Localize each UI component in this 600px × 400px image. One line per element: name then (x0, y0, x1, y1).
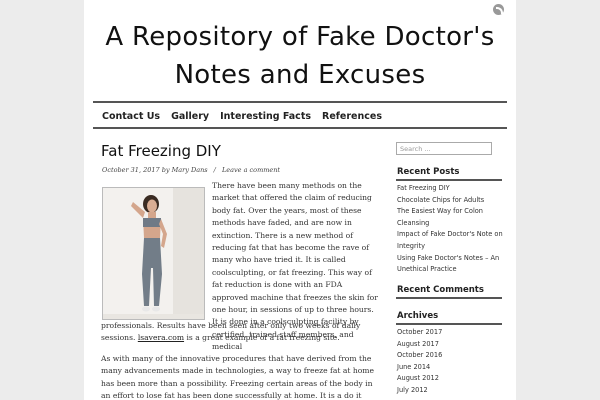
recent-posts-title: Recent Posts (397, 167, 460, 177)
nav-contact-us[interactable]: Contact Us (102, 111, 160, 122)
archive-item[interactable]: October 2017 (397, 327, 503, 339)
site-title-line-1[interactable]: A Repository of Fake Doctor's (92, 22, 508, 52)
fitness-woman-image (103, 188, 204, 319)
archive-item[interactable]: July 2012 (397, 385, 503, 397)
post-date[interactable]: October 31, 2017 (102, 166, 160, 174)
nav-divider (93, 127, 507, 129)
nav-gallery[interactable]: Gallery (171, 111, 209, 122)
post-paragraph-2: As with many of the innovative procedure… (101, 354, 375, 400)
leave-comment-link[interactable]: Leave a comment (222, 166, 280, 174)
recent-post-item[interactable]: The Easiest Way for Colon Cleansing (397, 206, 503, 229)
recent-posts-divider (396, 179, 502, 181)
archives-title: Archives (397, 311, 439, 321)
site-title-line-2[interactable]: Notes and Excuses (92, 60, 508, 90)
recent-post-item[interactable]: Fat Freezing DIY (397, 183, 503, 195)
main-navigation: Contact Us Gallery Interesting Facts Ref… (102, 111, 382, 122)
recent-comments-title: Recent Comments (397, 285, 484, 295)
rss-icon[interactable] (493, 4, 504, 15)
archive-item[interactable]: October 2016 (397, 350, 503, 362)
recent-comments-divider (396, 297, 502, 299)
post-title[interactable]: Fat Freezing DIY (101, 142, 221, 160)
post-author[interactable]: by Mary Dans (162, 166, 208, 174)
archive-item[interactable]: August 2017 (397, 339, 503, 351)
search-input[interactable]: Search ... (396, 142, 492, 155)
post-featured-image (102, 187, 205, 320)
nav-interesting-facts[interactable]: Interesting Facts (220, 111, 311, 122)
lsavera-link[interactable]: lsavera.com (138, 333, 184, 342)
post-meta: October 31, 2017 by Mary Dans / Leave a … (102, 166, 280, 174)
recent-posts-list: Fat Freezing DIY Chocolate Chips for Adu… (397, 183, 503, 276)
archives-list: October 2017 August 2017 October 2016 Ju… (397, 327, 503, 397)
recent-post-item[interactable]: Impact of Fake Doctor's Note on Integrit… (397, 229, 503, 252)
link-trailing-text: is a great example of a fat freezing sit… (184, 333, 340, 343)
meta-separator: / (213, 166, 216, 174)
post-paragraph-1-continued: professionals. Results have been seen af… (101, 320, 381, 345)
header-divider (93, 101, 507, 103)
archive-item[interactable]: August 2012 (397, 373, 503, 385)
recent-post-item[interactable]: Using Fake Doctor's Notes – An Unethical… (397, 253, 503, 276)
nav-references[interactable]: References (322, 111, 382, 122)
archive-item[interactable]: June 2014 (397, 362, 503, 374)
archives-divider (396, 323, 502, 325)
recent-post-item[interactable]: Chocolate Chips for Adults (397, 195, 503, 207)
page: A Repository of Fake Doctor's Notes and … (84, 0, 516, 400)
